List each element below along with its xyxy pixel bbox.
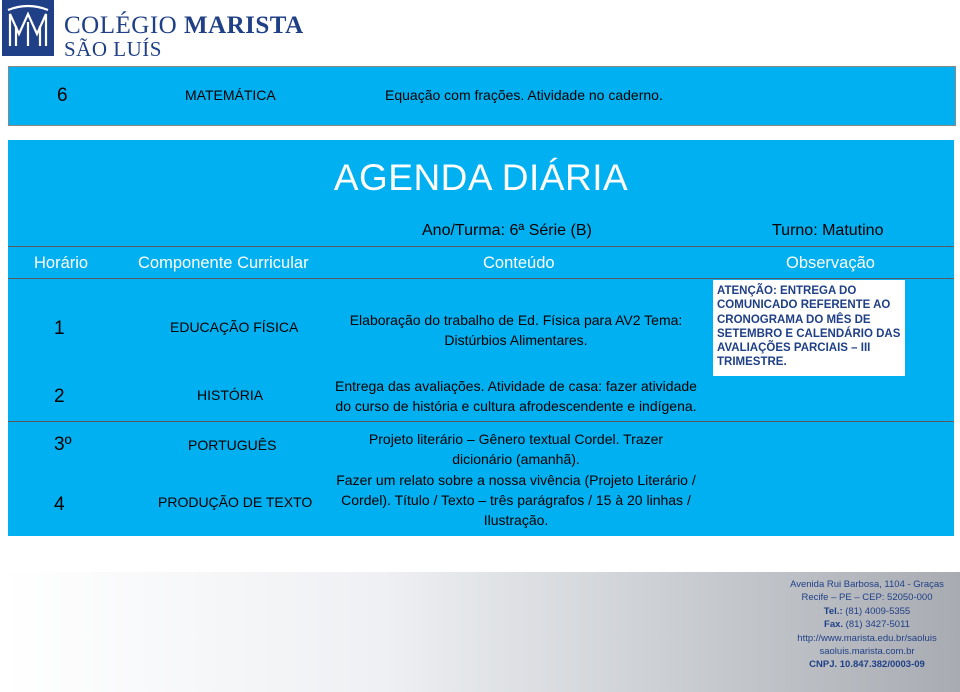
fax-value: (81) 3427-5011 [843,619,910,631]
column-header-componente: Componente Curricular [138,254,309,272]
row-1-conteudo-line: Distúrbios Alimentares. [444,332,588,348]
column-header-horario: Horário [34,254,89,272]
marista-monogram-icon [2,0,54,56]
agenda-table: AGENDA DIÁRIA Ano/Turma: 6ª Série (B) Tu… [8,140,954,536]
row-4-horario: 4 [54,494,65,515]
column-header-observacao: Observação [786,254,875,272]
row-2-conteudo-line: do curso de história e cultura afrodesce… [335,398,697,414]
contact-block: Avenida Rui Barbosa, 1104 - Graças Recif… [782,578,952,672]
observation-text: ATENÇÃO: ENTREGA DO COMUNICADO REFERENTE… [717,285,901,369]
row-content: Equação com frações. Atividade no cadern… [385,87,663,103]
city: Recife – PE – CEP: 52050-000 [801,592,933,604]
observation-box: ATENÇÃO: ENTREGA DO COMUNICADO REFERENTE… [713,280,905,376]
agenda-title: AGENDA DIÁRIA [333,157,629,198]
logo-text-secondary: SÃO LUÍS [64,37,162,61]
row-4-conteudo: Fazer um relato sobre a nossa vivência (… [330,470,702,530]
row-4-conteudo-line: Cordel). Título / Texto – três parágrafo… [341,492,691,508]
row-4-conteudo-line: Ilustração. [483,512,549,528]
row-1-conteudo: Elaboração do trabalho de Ed. Física par… [330,310,702,350]
row-2-conteudo-line: Entrega das avaliações. Atividade de cas… [335,378,697,394]
divider [8,246,954,247]
row-3-horario: 3º [54,434,72,455]
previous-row: 6 MATEMÁTICA Equação com frações. Ativid… [8,66,956,126]
logo-text-primary: COLÉGIO MARISTA [64,12,304,39]
address: Avenida Rui Barbosa, 1104 - Graças [790,579,944,590]
phone-value: (81) 4009-5355 [842,605,911,617]
row-subject: MATEMÁTICA [185,87,276,103]
row-2-componente: HISTÓRIA [197,387,264,403]
shift-label: Turno: Matutino [772,222,884,239]
row-1-componente: EDUCAÇÃO FÍSICA [170,319,299,335]
phone-label: Tel.: [823,605,843,617]
row-3-conteudo-line: Projeto literário – Gênero textual Corde… [368,431,664,447]
fax-label: Fax. [824,619,844,631]
column-header-conteudo: Conteúdo [483,254,555,272]
website-link[interactable]: http://www.marista.edu.br/saoluis [782,632,952,645]
phone: Tel.: (81) 4009-5355 [782,605,952,618]
row-3-componente: PORTUGUÊS [188,437,277,453]
row-2-horario: 2 [54,386,65,407]
divider [8,278,954,279]
cnpj: CNPJ. 10.847.382/0003-09 [809,659,925,671]
row-number: 6 [57,85,68,106]
divider [8,421,954,422]
footer: Avenida Rui Barbosa, 1104 - Graças Recif… [0,572,960,692]
class-label: Ano/Turma: 6ª Série (B) [422,222,592,239]
row-3-conteudo: Projeto literário – Gênero textual Corde… [330,429,702,469]
row-4-componente: PRODUÇÃO DE TEXTO [158,494,313,510]
row-4-conteudo-line: Fazer um relato sobre a nossa vivência (… [336,472,696,488]
website-link-2[interactable]: saoluis.marista.com.br [782,645,952,658]
fax: Fax. (81) 3427-5011 [782,618,952,631]
school-logo: COLÉGIO MARISTA SÃO LUÍS [2,0,303,61]
row-2-conteudo: Entrega das avaliações. Atividade de cas… [330,376,702,416]
row-1-conteudo-line: Elaboração do trabalho de Ed. Física par… [349,312,683,328]
row-1-horario: 1 [54,318,65,339]
row-3-conteudo-line: dicionário (amanhã). [452,451,580,467]
